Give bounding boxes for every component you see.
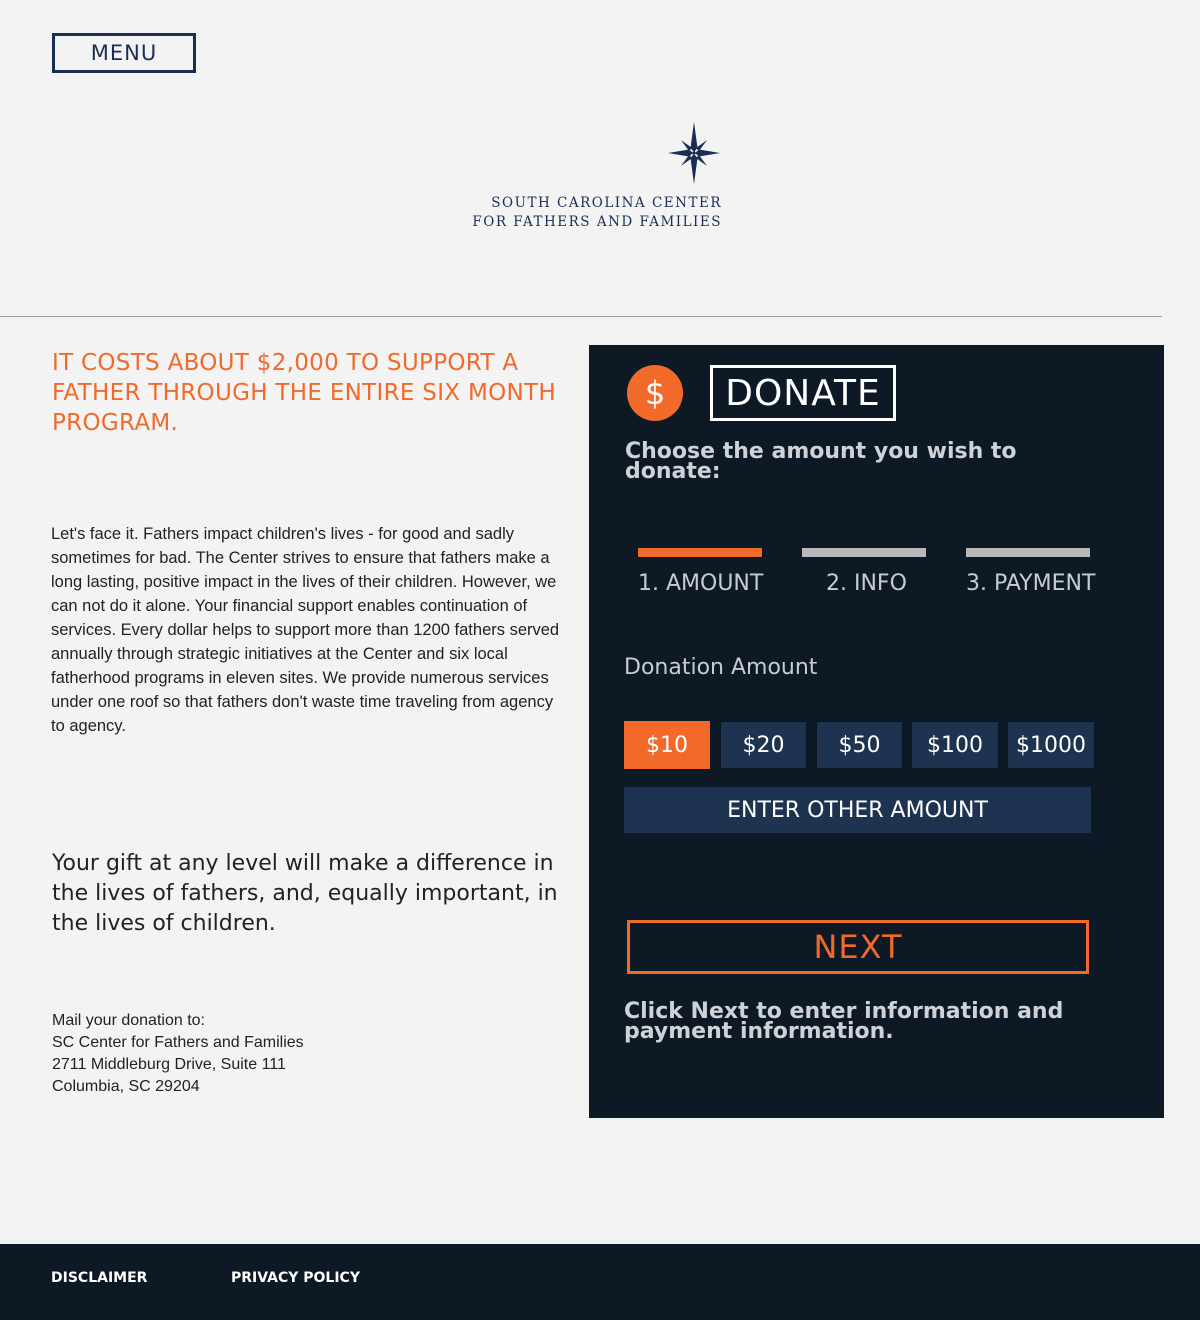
gift-statement: Your gift at any level will make a diffe… [52, 851, 558, 936]
mail-line-3: 2711 Middleburg Drive, Suite 111 [52, 1056, 286, 1073]
compass-star-icon [668, 122, 720, 184]
logo-text: SOUTH CAROLINA CENTER FOR FATHERS AND FA… [440, 194, 722, 232]
step-label: 1. AMOUNT [638, 571, 764, 596]
donation-amount-label: Donation Amount [624, 655, 818, 680]
amount-button-10[interactable]: $10 [624, 721, 710, 769]
choose-amount-text: Choose the amount you wish to donate: [625, 439, 1017, 484]
step-payment: 3. PAYMENT [966, 548, 1095, 596]
privacy-policy-link[interactable]: PRIVACY POLICY [231, 1270, 360, 1286]
step-info: 2. INFO [802, 548, 926, 596]
step-indicator-bar [966, 548, 1090, 557]
menu-button[interactable]: MENU [52, 33, 196, 73]
logo[interactable]: SOUTH CAROLINA CENTER FOR FATHERS AND FA… [440, 118, 740, 238]
amount-button-50[interactable]: $50 [816, 721, 903, 769]
disclaimer-link[interactable]: DISCLAIMER [51, 1270, 147, 1286]
next-button[interactable]: NEXT [627, 920, 1089, 974]
step-indicator-bar [638, 548, 762, 557]
mailing-address: Mail your donation to: SC Center for Fat… [52, 1010, 304, 1098]
next-hint-text: Click Next to enter information and paym… [624, 999, 1064, 1044]
header-divider [0, 316, 1162, 317]
enter-other-amount-button[interactable]: ENTER OTHER AMOUNT [624, 787, 1091, 833]
step-label: 2. INFO [826, 571, 907, 596]
amount-button-1000[interactable]: $1000 [1007, 721, 1095, 769]
logo-line-2: FOR FATHERS AND FAMILIES [472, 214, 722, 230]
footer: DISCLAIMER PRIVACY POLICY [0, 1244, 1200, 1320]
mail-line-2: SC Center for Fathers and Families [52, 1034, 304, 1051]
step-label: 3. PAYMENT [966, 571, 1096, 596]
donate-panel: $ DONATE Choose the amount you wish to d… [589, 345, 1164, 1118]
mail-line-4: Columbia, SC 29204 [52, 1078, 200, 1095]
intro-paragraph: Let's face it. Fathers impact children's… [51, 525, 560, 735]
mail-line-1: Mail your donation to: [52, 1012, 205, 1029]
amount-button-100[interactable]: $100 [911, 721, 999, 769]
donate-title: DONATE [710, 365, 896, 421]
logo-line-1: SOUTH CAROLINA CENTER [491, 195, 722, 211]
step-indicator-bar [802, 548, 926, 557]
cost-headline: IT COSTS ABOUT $2,000 TO SUPPORT A FATHE… [52, 350, 556, 436]
step-amount: 1. AMOUNT [638, 548, 763, 596]
dollar-icon: $ [627, 365, 683, 421]
amount-button-20[interactable]: $20 [720, 721, 807, 769]
